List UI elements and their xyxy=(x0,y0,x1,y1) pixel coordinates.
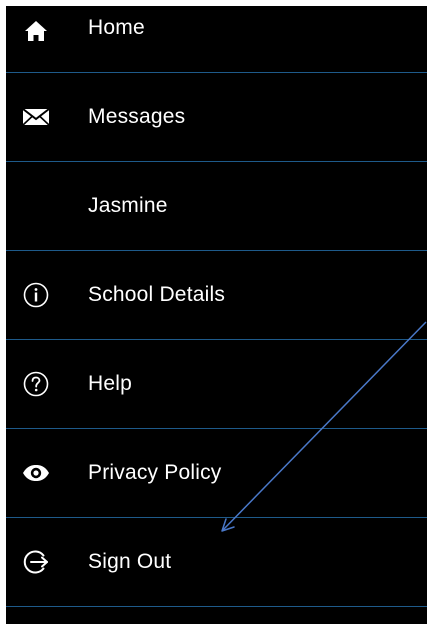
menu-item-label: Jasmine xyxy=(88,194,168,217)
menu-item-label: Home xyxy=(88,16,145,39)
menu-item-school-details[interactable]: School Details xyxy=(6,251,427,340)
menu-item-privacy-policy[interactable]: Privacy Policy xyxy=(6,429,427,518)
navigation-menu: Home Messages Jasmine School Details Hel… xyxy=(6,6,427,607)
menu-item-messages[interactable]: Messages xyxy=(6,73,427,162)
sign-out-icon xyxy=(23,549,49,575)
menu-item-label: Privacy Policy xyxy=(88,461,222,484)
menu-item-label: Messages xyxy=(88,105,186,128)
menu-item-jasmine[interactable]: Jasmine xyxy=(6,162,427,251)
question-circle-icon xyxy=(23,371,49,397)
menu-item-label: Sign Out xyxy=(88,550,172,573)
menu-item-label: Help xyxy=(88,372,132,395)
menu-item-label: School Details xyxy=(88,283,226,306)
envelope-icon xyxy=(21,104,51,130)
eye-icon xyxy=(22,460,50,486)
menu-item-sign-out[interactable]: Sign Out xyxy=(6,518,427,607)
side-menu-panel: Home Messages Jasmine School Details Hel… xyxy=(6,6,427,624)
menu-item-help[interactable]: Help xyxy=(6,340,427,429)
menu-item-home[interactable]: Home xyxy=(6,6,427,73)
info-circle-icon xyxy=(23,282,49,308)
home-icon xyxy=(23,18,49,44)
